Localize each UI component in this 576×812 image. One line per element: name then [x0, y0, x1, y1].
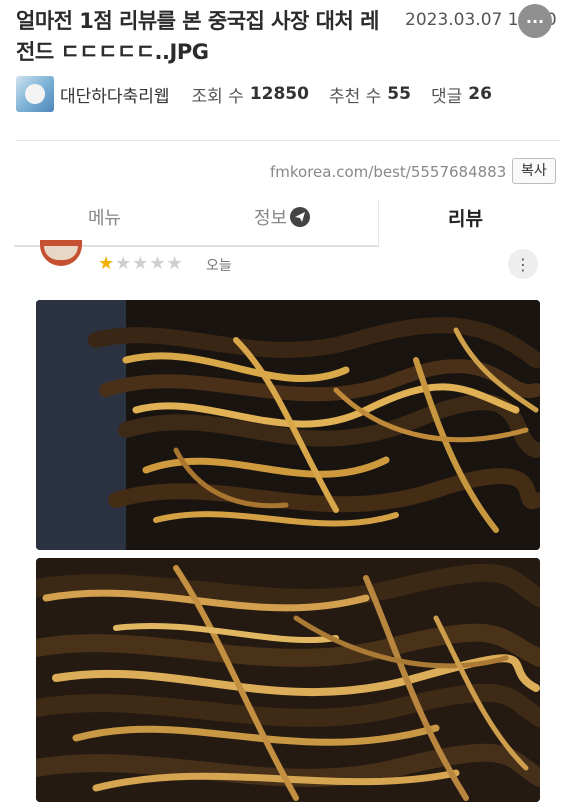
views-count: 12850 — [249, 84, 309, 104]
tab-info[interactable]: 정보 — [254, 204, 311, 230]
star-filled-icon: ★ — [98, 253, 116, 274]
tab-separator — [378, 200, 379, 246]
likes-count: 55 — [387, 84, 411, 104]
likes-label: 추천 수 — [328, 86, 382, 107]
review-date: 오늘 — [206, 258, 232, 274]
rating-stars: ★★★★★ — [98, 253, 184, 274]
review-photo[interactable] — [36, 558, 540, 802]
tab-bar: 메뉴 정보 리뷰 — [0, 196, 576, 246]
kebab-icon[interactable]: ⋮ — [508, 249, 538, 279]
post-meta: 대단하다축리웹 조회 수 12850 추천 수 55 댓글 26 — [16, 76, 512, 112]
source-url[interactable]: fmkorea.com/best/5557684883 — [270, 163, 506, 181]
tab-review[interactable]: 리뷰 — [448, 204, 483, 231]
copy-button[interactable]: 복사 — [512, 158, 556, 184]
tab-info-label: 정보 — [254, 208, 288, 229]
views-label: 조회 수 — [191, 86, 244, 107]
send-icon — [290, 207, 311, 227]
author-avatar[interactable] — [16, 76, 54, 112]
comments-label[interactable]: 댓글 — [431, 82, 462, 107]
source-row: fmkorea.com/best/5557684883 복사 — [0, 158, 576, 188]
post-title: 얼마전 1점 리뷰를 본 중국집 사장 대처 레전드 ㄷㄷㄷㄷㄷ..JPG — [16, 9, 379, 64]
noodle-photo-2 — [36, 558, 540, 802]
comments-count[interactable]: 26 — [468, 84, 492, 104]
header-divider — [16, 140, 560, 141]
review-photo[interactable] — [36, 300, 540, 550]
tab-menu[interactable]: 메뉴 — [88, 204, 121, 230]
post-header: 얼마전 1점 리뷰를 본 중국집 사장 대처 레전드 ㄷㄷㄷㄷㄷ..JPG 20… — [0, 0, 576, 140]
noodle-photo-1 — [36, 300, 540, 550]
author-name[interactable]: 대단하다축리웹 — [60, 82, 169, 107]
ellipsis-icon[interactable]: ··· — [518, 4, 552, 38]
reviewer-avatar[interactable] — [40, 240, 82, 266]
star-empty-icon: ★★★★ — [115, 253, 184, 274]
